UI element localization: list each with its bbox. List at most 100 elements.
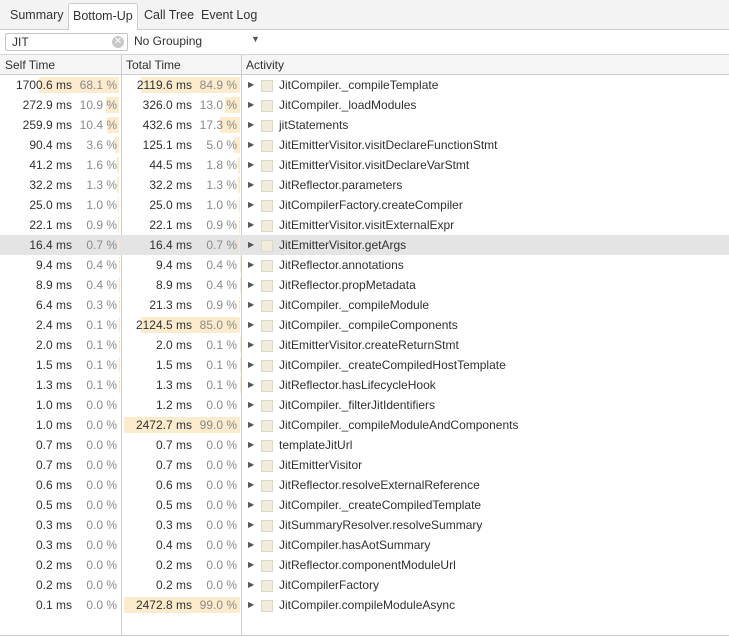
table-row[interactable]: 0.2 ms 0.0 % 0.2 ms 0.0 % ▶ JitCompilerFactor… [0,575,729,595]
expand-arrow-icon[interactable]: ▶ [248,315,254,335]
table-row[interactable]: 6.4 ms 0.3 % 21.3 ms 0.9 % ▶ JitCompiler._com… [0,295,729,315]
table-row[interactable]: 25.0 ms 1.0 % 25.0 ms 1.0 % ▶ JitCompilerFact… [0,195,729,215]
expand-arrow-icon[interactable]: ▶ [248,535,254,555]
self-time-pct: 0.0 % [86,398,117,412]
self-time-ms: 32.2 ms [29,178,72,192]
tab-summary[interactable]: Summary [6,3,67,29]
table-row[interactable]: 9.4 ms 0.4 % 9.4 ms 0.4 % ▶ JitReflector.anno… [0,255,729,275]
expand-arrow-icon[interactable]: ▶ [248,235,254,255]
total-time-ms: 432.6 ms [142,118,192,132]
self-time-pct: 1.3 % [86,178,117,192]
expand-arrow-icon[interactable]: ▶ [248,155,254,175]
total-time-ms: 1.5 ms [155,358,192,372]
expand-arrow-icon[interactable]: ▶ [248,435,254,455]
expand-arrow-icon[interactable]: ▶ [248,335,254,355]
expand-arrow-icon[interactable]: ▶ [248,275,254,295]
self-time-pct: 0.0 % [86,518,117,532]
self-time-ms: 0.5 ms [35,498,72,512]
grouping-select[interactable]: No Grouping [134,34,202,48]
expand-arrow-icon[interactable]: ▶ [248,455,254,475]
total-time-pct: 5.0 % [206,138,237,152]
table-row[interactable]: 0.7 ms 0.0 % 0.7 ms 0.0 % ▶ templateJitUrl [0,435,729,455]
expand-arrow-icon[interactable]: ▶ [248,75,254,95]
category-swatch-icon [261,360,273,372]
column-self-time[interactable]: Self Time [5,58,55,72]
self-time-ms: 0.7 ms [35,438,72,452]
column-activity[interactable]: Activity [246,58,284,72]
total-time-pct: 13.0 % [199,98,237,112]
table-row[interactable]: 0.6 ms 0.0 % 0.6 ms 0.0 % ▶ JitReflector.reso… [0,475,729,495]
total-time-pct: 0.1 % [206,378,237,392]
self-time-pct: 10.4 % [79,118,117,132]
expand-arrow-icon[interactable]: ▶ [248,175,254,195]
table-row[interactable]: 90.4 ms 3.6 % 125.1 ms 5.0 % ▶ JitEmitterVisi… [0,135,729,155]
total-time-ms: 0.2 ms [155,578,192,592]
expand-arrow-icon[interactable]: ▶ [248,415,254,435]
table-row[interactable]: 16.4 ms 0.7 % 16.4 ms 0.7 % ▶ JitEmitterVisit… [0,235,729,255]
table-row[interactable]: 0.5 ms 0.0 % 0.5 ms 0.0 % ▶ JitCompiler._crea… [0,495,729,515]
table-row[interactable]: 0.3 ms 0.0 % 0.4 ms 0.0 % ▶ JitCompiler.hasAo… [0,535,729,555]
total-time-ms: 0.6 ms [155,478,192,492]
table-row[interactable]: 0.3 ms 0.0 % 0.3 ms 0.0 % ▶ JitSummaryResolve… [0,515,729,535]
expand-arrow-icon[interactable]: ▶ [248,135,254,155]
activity-name: JitCompiler._compileModule [279,298,430,312]
self-time-pct: 0.1 % [86,338,117,352]
category-swatch-icon [261,280,273,292]
table-row[interactable]: 1.5 ms 0.1 % 1.5 ms 0.1 % ▶ JitCompiler._crea… [0,355,729,375]
self-time-ms: 0.3 ms [35,538,72,552]
total-time-pct: 0.7 % [206,238,237,252]
total-time-pct: 0.4 % [206,278,237,292]
total-time-pct: 0.0 % [206,438,237,452]
clear-icon[interactable]: ✕ [112,36,124,48]
expand-arrow-icon[interactable]: ▶ [248,215,254,235]
self-time-pct: 0.1 % [86,318,117,332]
table-row[interactable]: 41.2 ms 1.6 % 44.5 ms 1.8 % ▶ JitEmitterVisit… [0,155,729,175]
self-time-pct: 1.0 % [86,198,117,212]
column-total-time[interactable]: Total Time [126,58,181,72]
self-time-bar [118,237,119,253]
expand-arrow-icon[interactable]: ▶ [248,495,254,515]
self-time-ms: 8.9 ms [35,278,72,292]
expand-arrow-icon[interactable]: ▶ [248,575,254,595]
expand-arrow-icon[interactable]: ▶ [248,95,254,115]
total-time-ms: 0.7 ms [155,458,192,472]
table-row[interactable]: 259.9 ms 10.4 % 432.6 ms 17.3 % ▶ jitStatemen… [0,115,729,135]
expand-arrow-icon[interactable]: ▶ [248,595,254,615]
expand-arrow-icon[interactable]: ▶ [248,475,254,495]
table-row[interactable]: 2.4 ms 0.1 % 2124.5 ms 85.0 % ▶ JitCompiler._… [0,315,729,335]
expand-arrow-icon[interactable]: ▶ [248,295,254,315]
table-row[interactable]: 1.0 ms 0.0 % 2472.7 ms 99.0 % ▶ JitCompiler._… [0,415,729,435]
table-row[interactable]: 272.9 ms 10.9 % 326.0 ms 13.0 % ▶ JitCompiler… [0,95,729,115]
table-row[interactable]: 1700.6 ms 68.1 % 2119.6 ms 84.9 % ▶ JitCompil… [0,75,729,95]
tab-event-log[interactable]: Event Log [197,3,261,29]
tab-call-tree[interactable]: Call Tree [140,3,198,29]
self-time-ms: 1700.6 ms [15,78,72,92]
category-swatch-icon [261,400,273,412]
expand-arrow-icon[interactable]: ▶ [248,555,254,575]
expand-arrow-icon[interactable]: ▶ [248,515,254,535]
chevron-down-icon[interactable]: ▼ [251,34,260,44]
table-row[interactable]: 0.2 ms 0.0 % 0.2 ms 0.0 % ▶ JitReflector.comp… [0,555,729,575]
category-swatch-icon [261,600,273,612]
table-row[interactable]: 22.1 ms 0.9 % 22.1 ms 0.9 % ▶ JitEmitterVisit… [0,215,729,235]
expand-arrow-icon[interactable]: ▶ [248,115,254,135]
expand-arrow-icon[interactable]: ▶ [248,355,254,375]
expand-arrow-icon[interactable]: ▶ [248,195,254,215]
total-time-ms: 0.7 ms [155,438,192,452]
table-row[interactable]: 8.9 ms 0.4 % 8.9 ms 0.4 % ▶ JitReflector.prop… [0,275,729,295]
table-row[interactable]: 2.0 ms 0.1 % 2.0 ms 0.1 % ▶ JitEmitterVisitor… [0,335,729,355]
table-row[interactable]: 0.7 ms 0.0 % 0.7 ms 0.0 % ▶ JitEmitterVisitor [0,455,729,475]
expand-arrow-icon[interactable]: ▶ [248,395,254,415]
table-row[interactable]: 1.3 ms 0.1 % 1.3 ms 0.1 % ▶ JitReflector.hasL… [0,375,729,395]
total-time-pct: 0.0 % [206,518,237,532]
table-row[interactable]: 1.0 ms 0.0 % 1.2 ms 0.0 % ▶ JitCompiler._filt… [0,395,729,415]
filter-input[interactable]: JIT ✕ [5,33,128,51]
tab-bottom-up[interactable]: Bottom-Up [68,3,138,31]
expand-arrow-icon[interactable]: ▶ [248,255,254,275]
category-swatch-icon [261,560,273,572]
activity-name: JitEmitterVisitor.visitDeclareVarStmt [279,158,470,172]
table-row[interactable]: 0.1 ms 0.0 % 2472.8 ms 99.0 % ▶ JitCompiler.c… [0,595,729,615]
expand-arrow-icon[interactable]: ▶ [248,375,254,395]
activity-name: JitReflector.annotations [279,258,404,272]
table-row[interactable]: 32.2 ms 1.3 % 32.2 ms 1.3 % ▶ JitReflector.pa… [0,175,729,195]
